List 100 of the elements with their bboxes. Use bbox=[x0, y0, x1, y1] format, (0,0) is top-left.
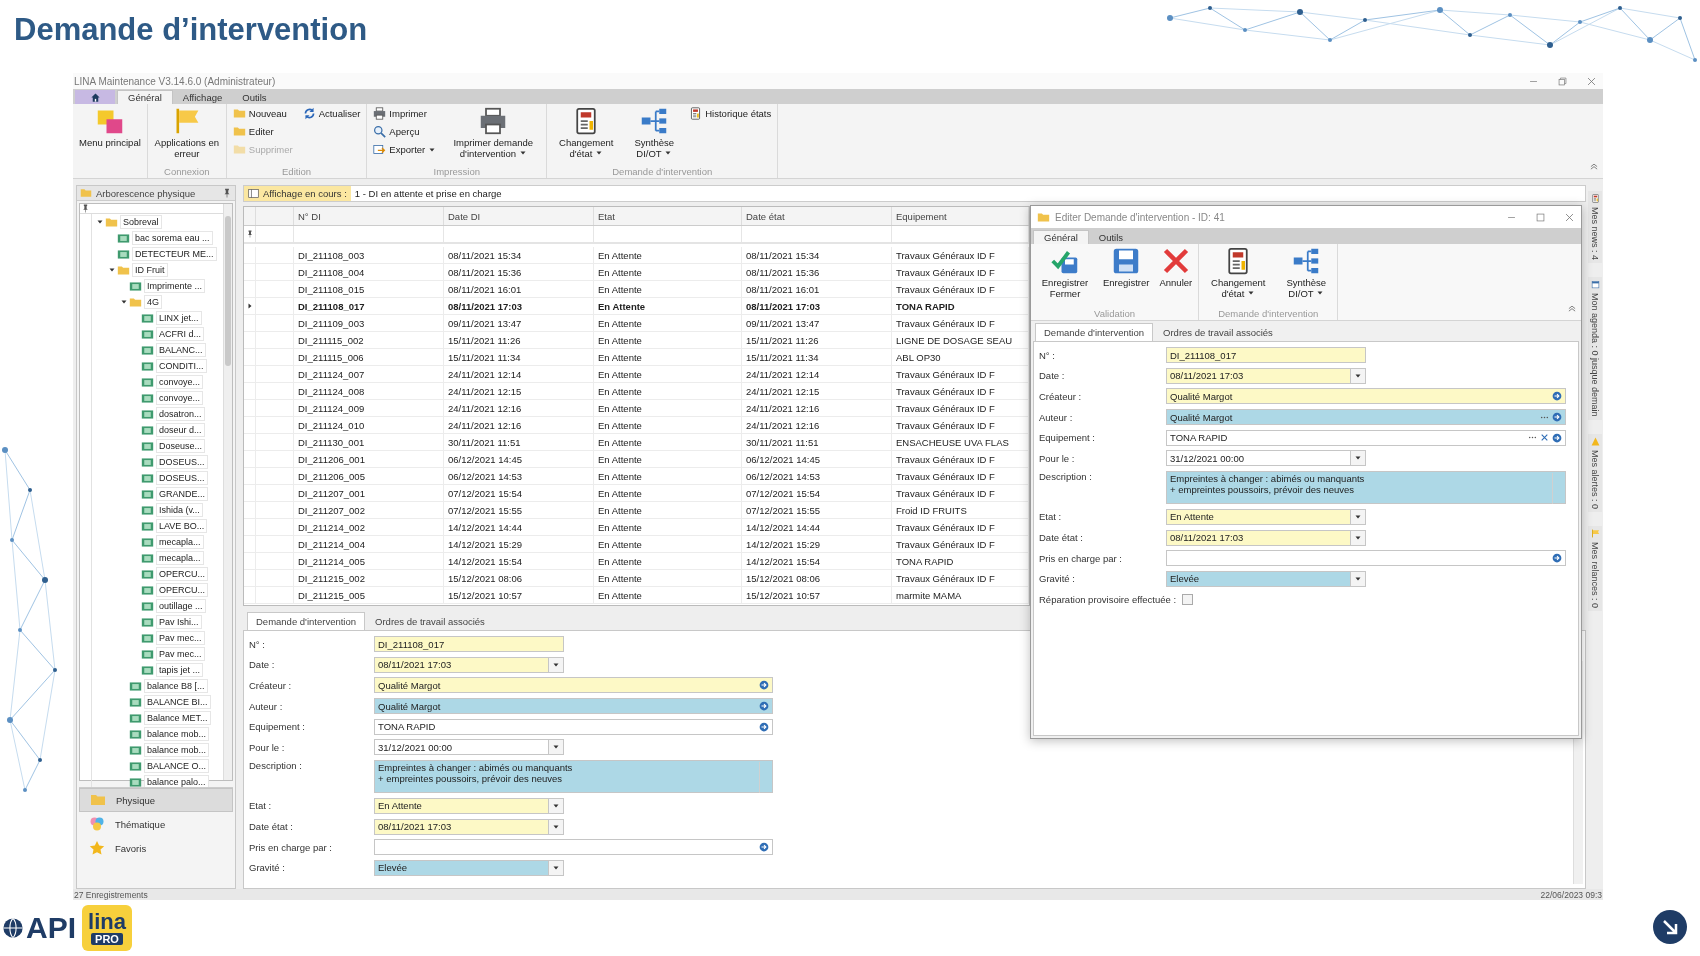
tree-item[interactable]: dosatron... bbox=[156, 407, 205, 421]
column-header[interactable]: N° DI bbox=[294, 207, 444, 225]
ribbon-button[interactable]: Nouveau bbox=[230, 106, 295, 121]
collapse-icon[interactable] bbox=[1567, 303, 1577, 313]
form-tab[interactable]: Demande d'intervention bbox=[247, 612, 366, 630]
tree-item[interactable]: bac sorema eau ... bbox=[132, 231, 213, 245]
tree-item[interactable]: BALANCE BI... bbox=[144, 695, 211, 709]
dropdown-button[interactable] bbox=[548, 819, 563, 834]
column-header[interactable]: Date DI bbox=[444, 207, 594, 225]
text-field[interactable]: DI_211108_017 bbox=[374, 636, 564, 652]
tree-item[interactable]: balance mob... bbox=[144, 727, 210, 741]
table-row[interactable]: DI_211115_006 15/11/2021 11:34 En Attente 15/11/2021 11:34 ABL OP30 bbox=[244, 349, 1029, 366]
table-row[interactable]: DI_211108_004 08/11/2021 15:36 En Attente 08/11/2021 15:36 Travaux Généraux ID F bbox=[244, 264, 1029, 281]
table-row[interactable]: DI_211108_017 08/11/2021 17:03 En Attente 08/11/2021 17:03 TONA RAPID bbox=[244, 298, 1029, 315]
column-header[interactable]: Date état bbox=[742, 207, 892, 225]
dropdown-button[interactable] bbox=[548, 657, 563, 672]
tree-item[interactable]: tapis jet ... bbox=[156, 663, 204, 677]
tree-item[interactable]: outillage ... bbox=[156, 599, 206, 613]
arrow-circle-icon[interactable] bbox=[759, 842, 769, 853]
tree-item[interactable]: Balance MET... bbox=[144, 711, 211, 725]
ribbon-tab[interactable]: Général bbox=[117, 90, 173, 104]
restore-icon[interactable] bbox=[1557, 75, 1568, 87]
table-row[interactable]: DI_211206_001 06/12/2021 14:45 En Attente 06/12/2021 14:45 Travaux Généraux ID F bbox=[244, 451, 1029, 468]
lookup-field[interactable] bbox=[1166, 550, 1566, 567]
close-icon[interactable] bbox=[1586, 75, 1597, 87]
table-row[interactable]: DI_211124_010 24/11/2021 12:16 En Attente 24/11/2021 12:16 Travaux Généraux ID F bbox=[244, 417, 1029, 434]
form-tab[interactable]: Ordres de travail associés bbox=[1155, 324, 1281, 341]
checkbox[interactable] bbox=[1182, 594, 1194, 606]
tree-item[interactable]: Pav mec... bbox=[156, 647, 205, 661]
maximize-icon[interactable] bbox=[1535, 211, 1546, 223]
close-icon[interactable] bbox=[1564, 211, 1575, 223]
dropdown-button[interactable] bbox=[1350, 530, 1365, 545]
lookup-field[interactable]: Qualité Margot bbox=[374, 677, 773, 694]
date-field[interactable]: 08/11/2021 17:03 bbox=[374, 818, 564, 835]
dropdown-button[interactable] bbox=[548, 860, 563, 875]
tree-item[interactable]: DETECTEUR ME... bbox=[132, 247, 217, 261]
side-tab[interactable]: Mes alertes : 0 bbox=[1588, 433, 1602, 512]
ribbon-tab[interactable]: Outils bbox=[232, 90, 277, 104]
tree-item[interactable]: mecapla... bbox=[156, 535, 204, 549]
text-field[interactable]: DI_211108_017 bbox=[1166, 347, 1366, 363]
tree-item[interactable]: balance mob... bbox=[144, 743, 210, 757]
caret-down-icon[interactable] bbox=[119, 298, 128, 306]
dropdown-field[interactable]: Elevée bbox=[1166, 570, 1366, 587]
table-row[interactable]: DI_211207_001 07/12/2021 15:54 En Attente 07/12/2021 15:54 Travaux Généraux ID F bbox=[244, 485, 1029, 502]
table-row[interactable]: DI_211124_007 24/11/2021 12:14 En Attente 24/11/2021 12:14 Travaux Généraux ID F bbox=[244, 366, 1029, 383]
tree-item[interactable]: BALANC... bbox=[156, 343, 206, 357]
ribbon-button[interactable]: Changement d'état bbox=[1203, 246, 1274, 300]
dropdown-button[interactable] bbox=[548, 740, 563, 755]
lookup-field[interactable] bbox=[374, 839, 773, 856]
date-field[interactable]: 08/11/2021 17:03 bbox=[374, 656, 564, 673]
dropdown-button[interactable] bbox=[1350, 509, 1365, 524]
side-tab[interactable]: Mon agenda : 0 jusque demain bbox=[1588, 277, 1602, 420]
tree-item[interactable]: OPERCU... bbox=[156, 583, 208, 597]
clear-icon[interactable] bbox=[1540, 433, 1549, 443]
arrow-circle-icon[interactable] bbox=[1552, 553, 1562, 564]
arrow-circle-icon[interactable] bbox=[1552, 432, 1562, 443]
ribbon-button[interactable]: Historique états bbox=[687, 106, 774, 121]
lookup-field[interactable]: Qualité Margot bbox=[1166, 388, 1566, 405]
table-row[interactable]: DI_211214_002 14/12/2021 14:44 En Attente 14/12/2021 14:44 Travaux Généraux ID F bbox=[244, 519, 1029, 536]
table-row[interactable]: DI_211108_003 08/11/2021 15:34 En Attente 08/11/2021 15:34 Travaux Généraux ID F bbox=[244, 247, 1029, 264]
dropdown-button[interactable] bbox=[1350, 571, 1365, 586]
column-header[interactable]: Etat bbox=[594, 207, 742, 225]
table-row[interactable]: DI_211108_015 08/11/2021 16:01 En Attente 08/11/2021 16:01 Travaux Généraux ID F bbox=[244, 281, 1029, 298]
arrow-circle-icon[interactable] bbox=[759, 721, 769, 732]
table-row[interactable]: DI_211124_008 24/11/2021 12:15 En Attente 24/11/2021 12:15 Travaux Généraux ID F bbox=[244, 383, 1029, 400]
tree-item[interactable]: OPERCU... bbox=[156, 567, 208, 581]
table-row[interactable]: DI_211215_002 15/12/2021 08:06 En Attente 15/12/2021 08:06 Travaux Généraux ID F bbox=[244, 570, 1029, 587]
dropdown-button[interactable] bbox=[1350, 368, 1365, 383]
ribbon-button[interactable]: Imprimer bbox=[371, 106, 439, 121]
nav-item[interactable]: Favoris bbox=[79, 836, 233, 860]
ribbon-button[interactable]: Synthèse DI/OT bbox=[627, 106, 682, 160]
tree-item[interactable]: Pav mec... bbox=[156, 631, 205, 645]
tree-item[interactable]: balance B8 [... bbox=[144, 679, 208, 693]
column-header[interactable]: Equipement bbox=[892, 207, 1029, 225]
date-field[interactable]: 08/11/2021 17:03 bbox=[1166, 367, 1366, 384]
scrollbar[interactable] bbox=[223, 204, 232, 780]
tree-item[interactable]: Ishida (v... bbox=[156, 503, 203, 517]
ribbon-button[interactable]: Aperçu bbox=[371, 124, 439, 139]
lookup-field[interactable]: Qualité Margot bbox=[374, 698, 773, 715]
dropdown-button[interactable] bbox=[548, 798, 563, 813]
table-row[interactable]: DI_211214_005 14/12/2021 15:54 En Attente 14/12/2021 15:54 TONA RAPID bbox=[244, 553, 1029, 570]
table-row[interactable]: DI_211130_001 30/11/2021 11:51 En Attente 30/11/2021 11:51 ENSACHEUSE UVA FLAS bbox=[244, 434, 1029, 451]
ribbon-button[interactable]: Imprimer demande d'intervention bbox=[444, 106, 543, 160]
nav-item[interactable]: Physique bbox=[79, 788, 233, 812]
arrow-circle-icon[interactable] bbox=[759, 701, 769, 712]
tree-item[interactable]: convoye... bbox=[156, 391, 204, 405]
tree-item[interactable]: GRANDE... bbox=[156, 487, 208, 501]
tree-item[interactable]: Doseuse... bbox=[156, 439, 206, 453]
tree-item[interactable]: ID Fruit bbox=[132, 263, 168, 277]
ribbon-button[interactable]: Annuler bbox=[1157, 246, 1195, 289]
ribbon-button[interactable]: Applications en erreur bbox=[151, 106, 222, 160]
dropdown-field[interactable]: Elevée bbox=[374, 859, 564, 876]
lookup-field[interactable]: TONA RAPID bbox=[374, 718, 773, 735]
table-row[interactable]: DI_211215_005 15/12/2021 10:57 En Attente 15/12/2021 10:57 marmite MAMA bbox=[244, 587, 1029, 604]
form-tab[interactable]: Ordres de travail associés bbox=[367, 613, 493, 630]
table-row[interactable]: DI_211206_005 06/12/2021 14:53 En Attente 06/12/2021 14:53 Travaux Généraux ID F bbox=[244, 468, 1029, 485]
lookup-field[interactable]: TONA RAPID bbox=[1166, 429, 1566, 446]
table-row[interactable]: DI_211115_002 15/11/2021 11:26 En Attente 15/11/2021 11:26 LIGNE DE DOSAGE SEAU bbox=[244, 332, 1029, 349]
tree-item[interactable]: mecapla... bbox=[156, 551, 204, 565]
tree-item[interactable]: convoye... bbox=[156, 375, 204, 389]
